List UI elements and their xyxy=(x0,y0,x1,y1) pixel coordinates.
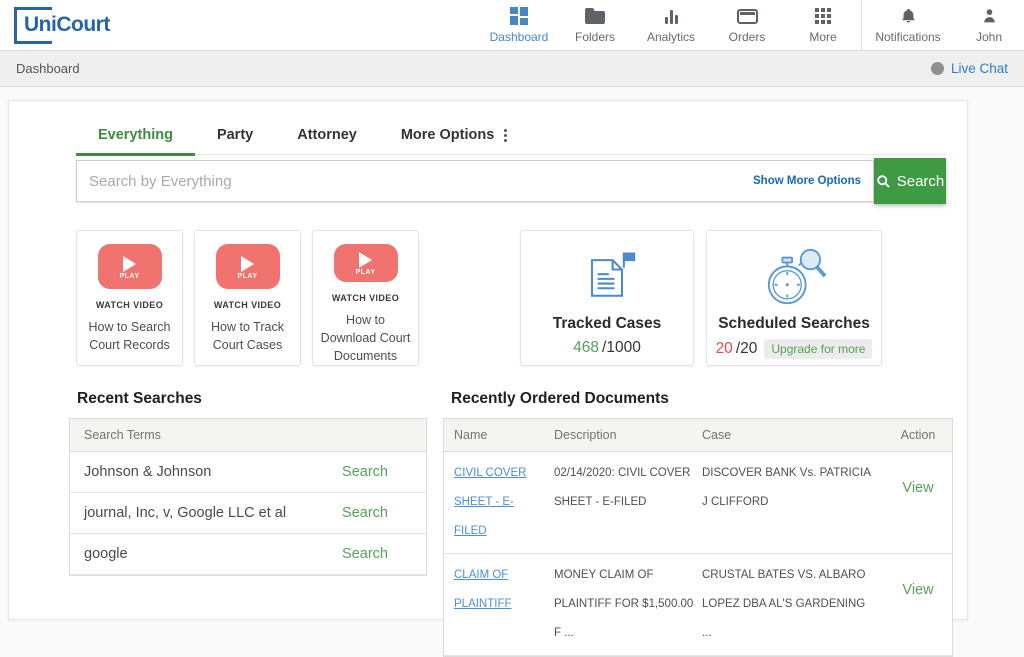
video-card-download-documents[interactable]: PLAY WATCH VIDEO How to Download Court D… xyxy=(312,230,419,366)
nav-orders[interactable]: Orders xyxy=(709,0,785,50)
document-name-link[interactable]: CLAIM OF PLAINTIFF xyxy=(454,569,512,610)
document-case: DISCOVER BANK Vs. PATRICIA J CLIFFORD xyxy=(702,459,884,517)
recent-searches-section: Recent Searches Search Terms Johnson & J… xyxy=(69,390,427,657)
tracked-cases-title: Tracked Cases xyxy=(553,315,662,333)
search-section: Everything Party Attorney More Options S… xyxy=(76,119,952,204)
watch-video-label: WATCH VIDEO xyxy=(214,300,281,310)
recent-documents-section: Recently Ordered Documents Name Descript… xyxy=(443,390,953,657)
nav-group: Dashboard Folders Analytics Orders More xyxy=(481,0,1024,50)
person-icon xyxy=(981,7,998,26)
column-case: Case xyxy=(702,428,884,442)
upgrade-badge[interactable]: Upgrade for more xyxy=(764,339,872,359)
column-action: Action xyxy=(884,428,952,442)
tracked-limit: /1000 xyxy=(602,339,641,357)
search-input-wrap: Show More Options xyxy=(76,160,874,202)
live-chat-button[interactable]: Live Chat xyxy=(931,61,1008,76)
search-button[interactable]: Search xyxy=(874,158,946,204)
play-button-icon[interactable]: PLAY xyxy=(98,244,162,289)
document-row: CIVIL COVER SHEET - E-FILED 02/14/2020: … xyxy=(444,452,952,554)
kebab-menu-icon[interactable] xyxy=(504,129,507,142)
document-name-link[interactable]: CIVIL COVER SHEET - E-FILED xyxy=(454,467,526,537)
scheduled-searches-count: 20 /20 Upgrade for more xyxy=(716,339,873,359)
video-card-search-records[interactable]: PLAY WATCH VIDEO How to Search Court Rec… xyxy=(76,230,183,366)
document-row: CLAIM OF PLAINTIFF MONEY CLAIM OF PLAINT… xyxy=(444,554,952,656)
tracked-document-flag-icon xyxy=(576,243,638,311)
tracked-cases-card[interactable]: Tracked Cases 468 /1000 xyxy=(520,230,694,366)
unicourt-logo[interactable]: UniCourt xyxy=(14,0,52,50)
column-description: Description xyxy=(554,428,702,442)
video-title: How to Download Court Documents xyxy=(313,311,418,365)
recent-searches-title: Recent Searches xyxy=(77,390,427,408)
tab-everything[interactable]: Everything xyxy=(76,119,195,156)
tab-more-options[interactable]: More Options xyxy=(379,119,529,156)
view-document-link[interactable]: View xyxy=(902,582,933,598)
column-name: Name xyxy=(454,428,554,442)
tracked-cases-count: 468 /1000 xyxy=(573,339,641,357)
recent-search-row: journal, Inc, v, Google LLC et al Search xyxy=(70,493,426,534)
video-title: How to Search Court Records xyxy=(77,318,182,354)
watch-video-label: WATCH VIDEO xyxy=(96,300,163,310)
live-chat-label: Live Chat xyxy=(951,61,1008,76)
top-navigation: UniCourt Dashboard Folders Analytics Or xyxy=(0,0,1024,51)
grid-dots-icon xyxy=(815,7,831,26)
chat-status-dot xyxy=(931,62,944,75)
breadcrumb: Dashboard xyxy=(16,61,80,76)
search-bar: Show More Options Search xyxy=(76,160,946,204)
recent-documents-title: Recently Ordered Documents xyxy=(451,390,953,408)
nav-dashboard[interactable]: Dashboard xyxy=(481,0,557,50)
nav-notifications[interactable]: Notifications xyxy=(862,0,954,50)
recent-search-row: Johnson & Johnson Search xyxy=(70,452,426,493)
dashboard-grid-icon xyxy=(510,7,528,26)
scheduled-limit: /20 xyxy=(736,340,758,358)
bar-chart-icon xyxy=(665,7,678,26)
brand-name: UniCourt xyxy=(24,13,110,37)
folder-icon xyxy=(585,7,605,26)
recent-search-row: google Search xyxy=(70,534,426,575)
search-tabs: Everything Party Attorney More Options xyxy=(76,119,946,155)
view-document-link[interactable]: View xyxy=(902,480,933,496)
scheduled-searches-card[interactable]: Scheduled Searches 20 /20 Upgrade for mo… xyxy=(706,230,882,366)
tab-attorney[interactable]: Attorney xyxy=(275,119,379,156)
recent-searches-table: Search Terms Johnson & Johnson Search jo… xyxy=(69,418,427,576)
play-button-icon[interactable]: PLAY xyxy=(216,244,280,289)
tab-party[interactable]: Party xyxy=(195,119,275,156)
search-term: journal, Inc, v, Google LLC et al xyxy=(84,505,286,521)
search-again-link[interactable]: Search xyxy=(342,464,388,480)
nav-more[interactable]: More xyxy=(785,0,861,50)
document-case: CRUSTAL BATES VS. ALBARO LOPEZ DBA AL'S … xyxy=(702,561,884,648)
document-description: 02/14/2020: CIVIL COVER SHEET - E-FILED xyxy=(554,459,702,517)
nav-user-menu[interactable]: John xyxy=(954,0,1024,50)
stopwatch-magnifier-icon xyxy=(755,243,833,311)
search-icon xyxy=(876,174,891,189)
dashboard-card: Everything Party Attorney More Options S… xyxy=(8,100,968,620)
search-terms-header: Search Terms xyxy=(70,419,426,452)
scheduled-used: 20 xyxy=(716,340,733,358)
breadcrumb-bar: Dashboard Live Chat xyxy=(0,51,1024,87)
show-more-options-link[interactable]: Show More Options xyxy=(753,175,861,187)
documents-table-header: Name Description Case Action xyxy=(444,419,952,452)
search-again-link[interactable]: Search xyxy=(342,505,388,521)
scheduled-searches-title: Scheduled Searches xyxy=(718,315,870,333)
tables-row: Recent Searches Search Terms Johnson & J… xyxy=(69,390,953,657)
search-term: Johnson & Johnson xyxy=(84,464,211,480)
nav-folders[interactable]: Folders xyxy=(557,0,633,50)
document-description: MONEY CLAIM OF PLAINTIFF FOR $1,500.00 F… xyxy=(554,561,702,648)
video-title: How to Track Court Cases xyxy=(195,318,300,354)
video-card-track-cases[interactable]: PLAY WATCH VIDEO How to Track Court Case… xyxy=(194,230,301,366)
nav-analytics[interactable]: Analytics xyxy=(633,0,709,50)
search-term: google xyxy=(84,546,128,562)
play-button-icon[interactable]: PLAY xyxy=(334,244,398,282)
bell-icon xyxy=(900,7,917,26)
search-again-link[interactable]: Search xyxy=(342,546,388,562)
watch-video-label: WATCH VIDEO xyxy=(332,293,399,303)
credit-card-icon xyxy=(737,7,758,26)
logo-frame: UniCourt xyxy=(14,7,52,44)
recent-documents-table: Name Description Case Action CIVIL COVER… xyxy=(443,418,953,657)
cards-row: PLAY WATCH VIDEO How to Search Court Rec… xyxy=(76,230,967,366)
tracked-used: 468 xyxy=(573,339,599,357)
